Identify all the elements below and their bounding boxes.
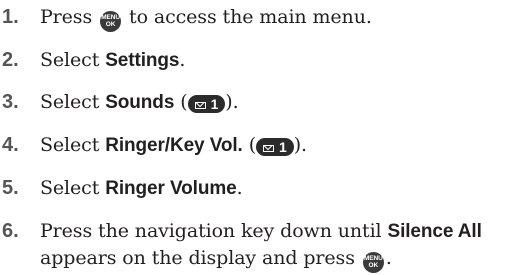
menu-ok-key-icon: MENU OK bbox=[362, 252, 384, 273]
step-number: 1. bbox=[2, 6, 19, 28]
step-number: 2. bbox=[2, 49, 19, 71]
menu-option: Ringer/Key Vol. bbox=[105, 135, 243, 156]
step-number: 5. bbox=[2, 177, 19, 199]
step-text: Press the navigation key down until Sile… bbox=[40, 220, 482, 242]
shortcut-key: 1 bbox=[187, 95, 226, 113]
menu-option: Settings bbox=[105, 50, 180, 71]
step-text: Select Settings. bbox=[40, 49, 186, 71]
step-number: 3. bbox=[2, 91, 19, 113]
menu-ok-key-icon: MENU OK bbox=[100, 11, 122, 32]
step-text: Select Ringer/Key Vol. (1). bbox=[40, 134, 307, 156]
step-text: appears on the display and press MENU OK. bbox=[40, 247, 392, 273]
step-text: Select Sounds (1). bbox=[40, 91, 239, 113]
step-number: 4. bbox=[2, 134, 19, 156]
menu-option: Ringer Volume bbox=[105, 178, 237, 199]
menu-option: Sounds bbox=[105, 92, 175, 113]
step-text: Press MENU OK to access the main menu. bbox=[40, 6, 372, 32]
envelope-icon bbox=[263, 145, 275, 152]
step-number: 6. bbox=[2, 220, 19, 242]
envelope-icon bbox=[194, 102, 206, 109]
step-text: Select Ringer Volume. bbox=[40, 177, 243, 199]
shortcut-key: 1 bbox=[256, 138, 294, 156]
instruction-steps: 1. Press MENU OK to access the main menu.… bbox=[0, 0, 505, 274]
menu-option: Silence All bbox=[387, 221, 482, 242]
